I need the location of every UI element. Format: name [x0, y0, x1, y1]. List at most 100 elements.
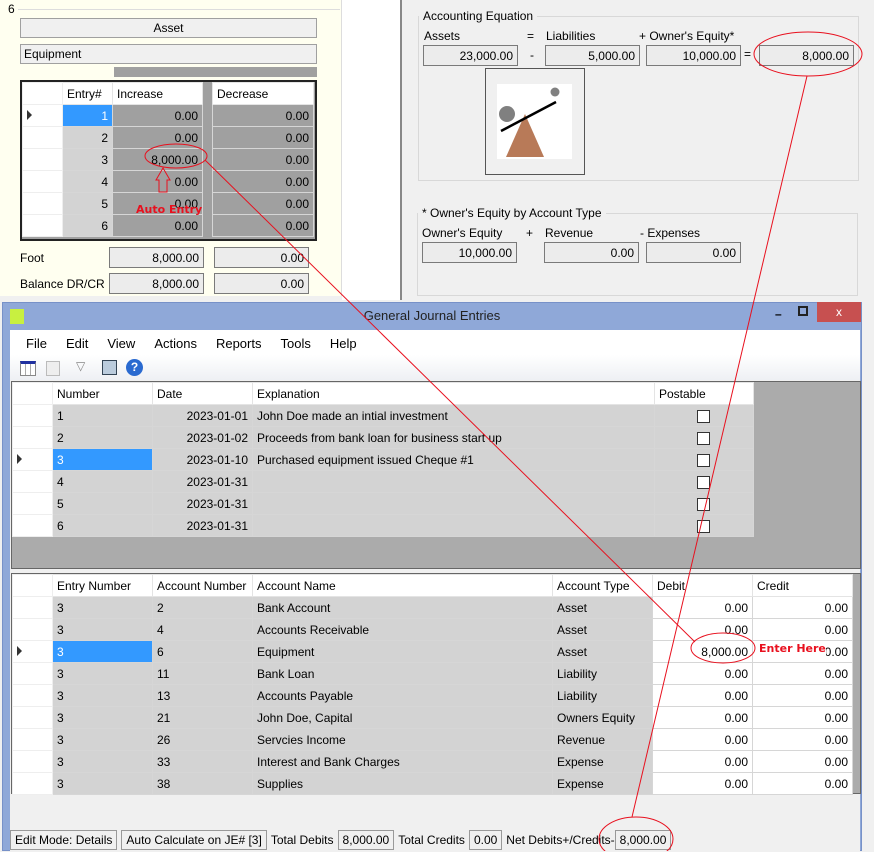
increase-cell[interactable]: 0.00 — [112, 104, 203, 127]
edit-icon[interactable] — [102, 360, 117, 375]
form-icon[interactable] — [46, 361, 60, 376]
entry-number-cell[interactable]: 3 — [52, 684, 153, 707]
postable-checkbox[interactable] — [697, 475, 710, 489]
entry-cell[interactable]: 4 — [62, 170, 113, 193]
row-header[interactable] — [12, 640, 53, 663]
explanation-cell[interactable] — [252, 492, 655, 515]
credit-cell[interactable]: 0.00 — [752, 662, 853, 685]
journal-row[interactable]: 4 2023-01-31 — [12, 470, 754, 493]
row-header[interactable] — [22, 148, 63, 171]
date-cell[interactable]: 2023-01-31 — [152, 492, 253, 515]
explanation-cell[interactable] — [252, 514, 655, 537]
row-header[interactable] — [22, 214, 63, 237]
account-type-cell[interactable]: Expense — [552, 750, 653, 773]
scrollbar[interactable] — [114, 67, 317, 77]
row-header[interactable] — [12, 426, 53, 449]
row-header[interactable] — [12, 596, 53, 619]
entry-cell[interactable]: 6 — [62, 214, 113, 237]
col-explanation[interactable]: Explanation — [252, 382, 655, 405]
account-number-cell[interactable]: 33 — [152, 750, 253, 773]
entry-number-cell[interactable]: 3 — [52, 618, 153, 641]
decrease-cell[interactable]: 0.00 — [212, 192, 314, 215]
maximize-button[interactable] — [798, 306, 808, 316]
row-header[interactable] — [22, 104, 63, 127]
ledger-row[interactable]: 1 0.00 0.00 — [22, 104, 314, 127]
entry-number-cell[interactable]: 3 — [52, 640, 153, 663]
account-name-cell[interactable]: Accounts Receivable — [252, 618, 553, 641]
row-header[interactable] — [12, 618, 53, 641]
grid-icon[interactable] — [20, 361, 36, 376]
account-name-cell[interactable]: Supplies — [252, 772, 553, 795]
account-name-cell[interactable]: Bank Loan — [252, 662, 553, 685]
explanation-cell[interactable] — [252, 470, 655, 493]
account-type-cell[interactable]: Liability — [552, 684, 653, 707]
date-cell[interactable]: 2023-01-02 — [152, 426, 253, 449]
date-cell[interactable]: 2023-01-31 — [152, 470, 253, 493]
credit-cell[interactable]: 0.00 — [752, 706, 853, 729]
ledger-row[interactable]: 3 8,000.00 0.00 — [22, 148, 314, 171]
decrease-cell[interactable]: 0.00 — [212, 170, 314, 193]
minimize-button[interactable]: – — [775, 307, 782, 321]
number-cell[interactable]: 4 — [52, 470, 153, 493]
entry-cell[interactable]: 2 — [62, 126, 113, 149]
row-header[interactable] — [12, 706, 53, 729]
postable-cell[interactable] — [654, 404, 754, 427]
account-type-cell[interactable]: Expense — [552, 772, 653, 795]
credit-cell[interactable]: 0.00 — [752, 772, 853, 795]
debit-cell[interactable]: 8,000.00 — [652, 640, 753, 663]
detail-row[interactable]: 3 2 Bank Account Asset 0.00 0.00 — [12, 596, 853, 619]
ledger-row[interactable]: 2 0.00 0.00 — [22, 126, 314, 149]
entry-cell[interactable]: 3 — [62, 148, 113, 171]
account-type-cell[interactable]: Owners Equity — [552, 706, 653, 729]
ledger-row[interactable]: 4 0.00 0.00 — [22, 170, 314, 193]
col-entry[interactable]: Entry# — [62, 82, 113, 105]
col-decrease[interactable]: Decrease — [212, 82, 314, 105]
postable-checkbox[interactable] — [697, 497, 710, 511]
detail-row[interactable]: 3 33 Interest and Bank Charges Expense 0.00 0… — [12, 750, 853, 773]
account-number-cell[interactable]: 21 — [152, 706, 253, 729]
row-header[interactable] — [12, 684, 53, 707]
credit-cell[interactable]: 0.00 — [752, 618, 853, 641]
filter-icon[interactable]: ▽ — [76, 359, 85, 373]
number-cell[interactable]: 1 — [52, 404, 153, 427]
account-type-cell[interactable]: Revenue — [552, 728, 653, 751]
col-number[interactable]: Number — [52, 382, 153, 405]
account-number-cell[interactable]: 26 — [152, 728, 253, 751]
debit-cell[interactable]: 0.00 — [652, 706, 753, 729]
account-number-cell[interactable]: 38 — [152, 772, 253, 795]
close-button[interactable]: x — [817, 302, 861, 322]
account-name-cell[interactable]: John Doe, Capital — [252, 706, 553, 729]
account-type-cell[interactable]: Liability — [552, 662, 653, 685]
number-cell[interactable]: 3 — [52, 448, 153, 471]
decrease-cell[interactable]: 0.00 — [212, 104, 314, 127]
detail-row[interactable]: 3 21 John Doe, Capital Owners Equity 0.00 0.0… — [12, 706, 853, 729]
explanation-cell[interactable]: Purchased equipment issued Cheque #1 — [252, 448, 655, 471]
col-postable[interactable]: Postable — [654, 382, 754, 405]
row-header[interactable] — [12, 448, 53, 471]
account-number-cell[interactable]: 13 — [152, 684, 253, 707]
decrease-cell[interactable]: 0.00 — [212, 126, 314, 149]
entry-number-cell[interactable]: 3 — [52, 728, 153, 751]
credit-cell[interactable]: 0.00 — [752, 684, 853, 707]
detail-row[interactable]: 3 11 Bank Loan Liability 0.00 0.00 — [12, 662, 853, 685]
postable-cell[interactable] — [654, 426, 754, 449]
debit-cell[interactable]: 0.00 — [652, 772, 753, 795]
account-type-cell[interactable]: Asset — [552, 618, 653, 641]
row-header[interactable] — [22, 192, 63, 215]
postable-cell[interactable] — [654, 448, 754, 471]
account-name-cell[interactable]: Interest and Bank Charges — [252, 750, 553, 773]
date-cell[interactable]: 2023-01-01 — [152, 404, 253, 427]
decrease-cell[interactable]: 0.00 — [212, 214, 314, 237]
menu-help[interactable]: Help — [330, 336, 357, 351]
ledger-row[interactable]: 6 0.00 0.00 — [22, 214, 314, 237]
journal-row[interactable]: 6 2023-01-31 — [12, 514, 754, 537]
date-cell[interactable]: 2023-01-31 — [152, 514, 253, 537]
col-credit[interactable]: Credit — [752, 574, 853, 597]
menu-actions[interactable]: Actions — [154, 336, 197, 351]
account-name-cell[interactable]: Accounts Payable — [252, 684, 553, 707]
row-header[interactable] — [12, 772, 53, 795]
postable-cell[interactable] — [654, 514, 754, 537]
postable-checkbox[interactable] — [697, 409, 710, 423]
col-increase[interactable]: Increase — [112, 82, 203, 105]
account-number-cell[interactable]: 6 — [152, 640, 253, 663]
